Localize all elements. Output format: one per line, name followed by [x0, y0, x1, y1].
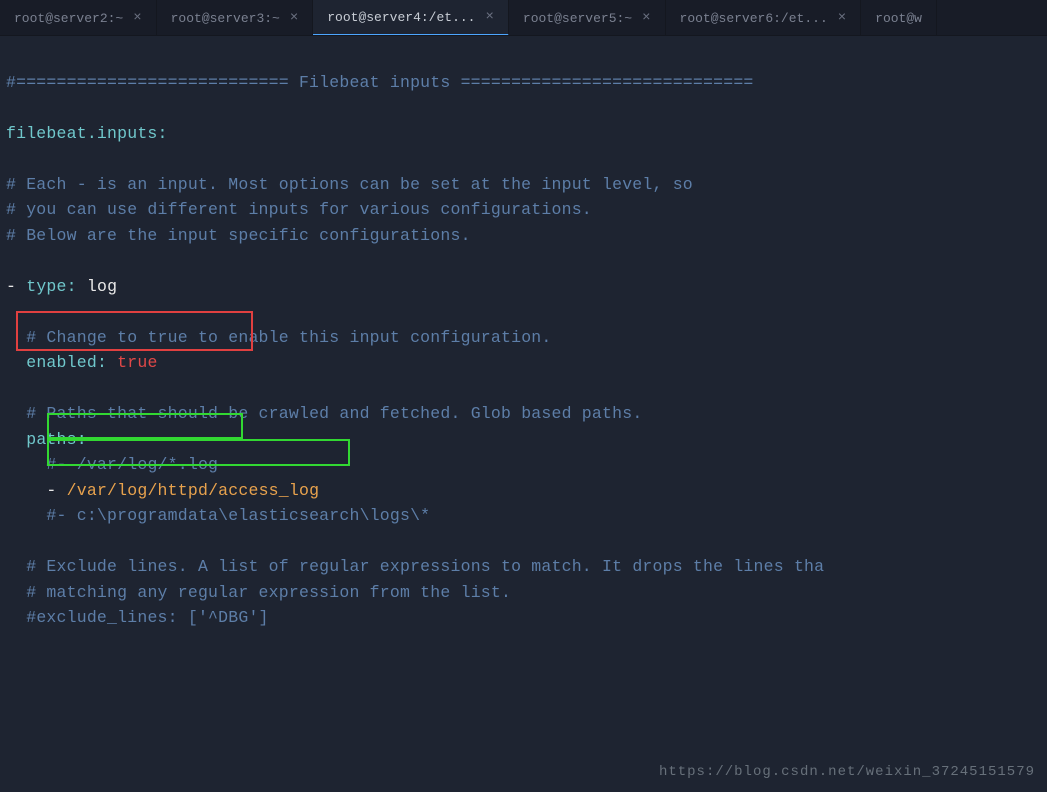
yaml-value: /var/log/httpd/access_log — [67, 481, 320, 500]
tab-label: root@server3:~ — [171, 11, 280, 26]
tab-label: root@w — [875, 11, 922, 26]
code-comment: # Exclude lines. A list of regular expre… — [26, 557, 824, 576]
colon: : — [67, 277, 77, 296]
code-comment: # you can use different inputs for vario… — [6, 200, 592, 219]
code-comment: # Each - is an input. Most options can b… — [6, 175, 693, 194]
tab-label: root@server5:~ — [523, 11, 632, 26]
yaml-key: type — [26, 277, 66, 296]
yaml-key: filebeat.inputs — [6, 124, 158, 143]
tab-server4[interactable]: root@server4:/et... × — [313, 0, 509, 36]
tab-label: root@server4:/et... — [327, 10, 475, 25]
close-icon[interactable]: × — [642, 10, 650, 26]
code-comment: #- c:\programdata\elasticsearch\logs\* — [46, 506, 430, 525]
dash: - — [6, 277, 16, 296]
close-icon[interactable]: × — [838, 10, 846, 26]
colon: : — [158, 124, 168, 143]
code-comment: # Below are the input specific configura… — [6, 226, 471, 245]
tab-server3[interactable]: root@server3:~ × — [157, 0, 314, 36]
code-line: #=========================== Filebeat in… — [6, 73, 754, 92]
tab-label: root@server2:~ — [14, 11, 123, 26]
highlight-box-red — [16, 311, 253, 351]
yaml-key: enabled — [26, 353, 97, 372]
code-editor[interactable]: #=========================== Filebeat in… — [0, 36, 1047, 792]
tab-server5[interactable]: root@server5:~ × — [509, 0, 666, 36]
tab-last[interactable]: root@w — [861, 0, 937, 36]
yaml-value: log — [87, 277, 117, 296]
dash: - — [46, 481, 56, 500]
tabs-bar: root@server2:~ × root@server3:~ × root@s… — [0, 0, 1047, 36]
tab-server2[interactable]: root@server2:~ × — [0, 0, 157, 36]
yaml-value: true — [117, 353, 157, 372]
close-icon[interactable]: × — [485, 9, 493, 25]
highlight-box-green-1 — [47, 413, 243, 439]
colon: : — [97, 353, 107, 372]
tab-label: root@server6:/et... — [680, 11, 828, 26]
watermark: https://blog.csdn.net/weixin_37245151579 — [659, 760, 1035, 786]
close-icon[interactable]: × — [133, 10, 141, 26]
tab-server6[interactable]: root@server6:/et... × — [666, 0, 862, 36]
close-icon[interactable]: × — [290, 10, 298, 26]
code-comment: #exclude_lines: ['^DBG'] — [26, 608, 268, 627]
code-comment: # matching any regular expression from t… — [26, 583, 511, 602]
highlight-box-green-2 — [47, 439, 350, 466]
